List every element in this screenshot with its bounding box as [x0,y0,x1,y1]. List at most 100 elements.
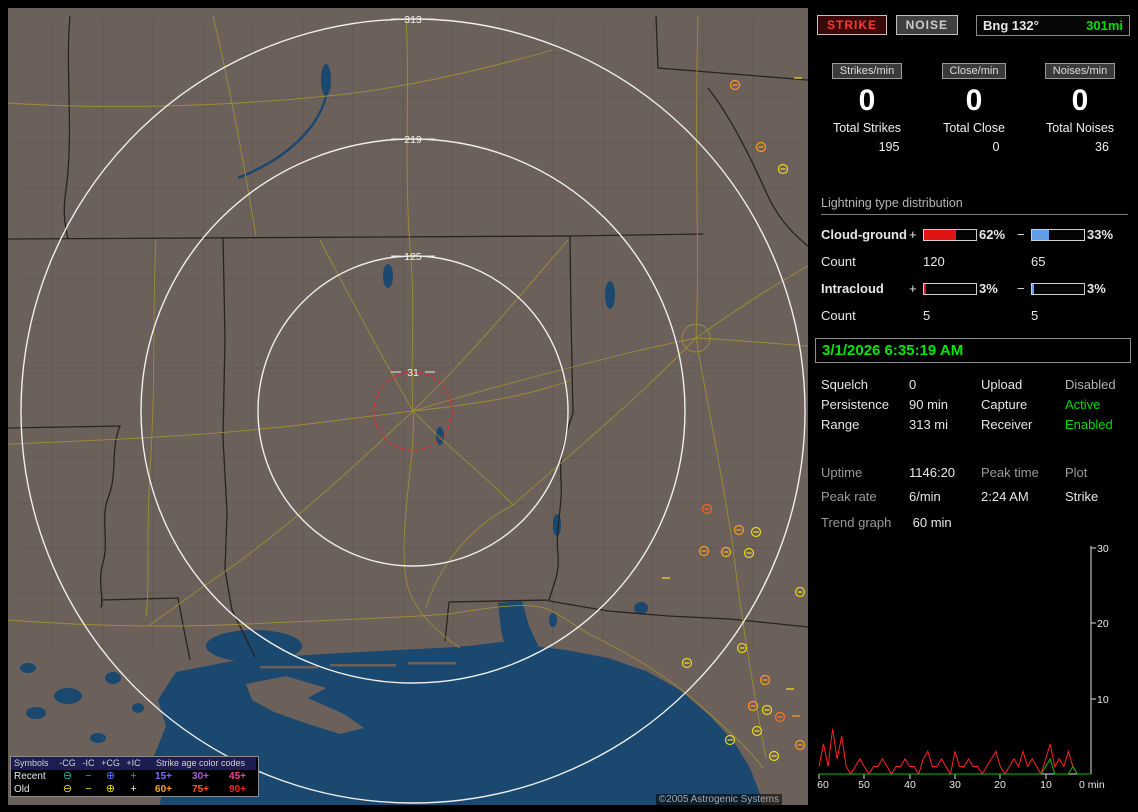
plot-label: Plot [1065,464,1088,480]
strike-rate-line [818,728,1091,776]
lightning-monitor-app: { "map": { "rings": [ {"label": "313"}, … [0,0,1138,812]
legend-col-neg-cg: -CG [57,757,78,770]
intracloud-label: Intracloud [821,281,884,296]
age-30: 30+ [192,771,209,782]
total-close-label: Total Close [943,121,1005,135]
capture-label: Capture [981,396,1028,412]
peak-rate-label: Peak rate [821,488,877,504]
status-panel: STRIKE NOISE Bng 132° 301mi Strikes/min … [815,8,1131,805]
cg-negative-count: 65 [1031,254,1046,269]
strike-toggle-button[interactable]: STRIKE [817,15,888,35]
close-rate-line [819,757,1091,775]
ic-negative-pct: 3% [1087,281,1106,296]
trend-graph-header: Trend graph 60 min [821,515,952,530]
pos-ic-recent-icon: + [130,770,137,782]
x-tick-20: 20 [994,779,1006,791]
ic-negative-count: 5 [1031,308,1039,323]
age-75: 75+ [192,784,209,795]
legend-col-neg-ic: -IC [78,757,99,770]
strikes-per-min-header: Strikes/min [831,63,903,79]
peak-rate-value: 6/min [909,488,941,504]
legend-row-recent-label: Recent [14,771,46,782]
age-45: 45+ [229,771,246,782]
ring-label-313: 313 [404,14,422,26]
total-strikes-value: 195 [878,140,900,154]
legend-row-old-label: Old [14,784,30,795]
y-tick-20: 20 [1097,618,1109,630]
cg-positive-count: 120 [923,254,945,269]
peak-time-label: Peak time [981,464,1039,480]
stats-grid: Uptime 1146:20 Peak time Plot Peak rate … [821,460,1131,508]
ic-count-label: Count [821,308,856,323]
squelch-label: Squelch [821,376,868,392]
ring-label-31: 31 [407,367,419,379]
map-legend: Symbols -CG -IC +CG +IC Strike age color… [10,756,259,797]
distribution-title: Lightning type distribution [821,196,1128,215]
trend-graph-duration: 60 min [912,515,952,530]
uptime-value: 1146:20 [909,464,956,480]
x-tick-60: 60 [817,779,829,791]
pos-cg-old-icon: ⊕ [105,783,116,795]
ring-label-125: 125 [404,251,422,263]
close-per-min-header: Close/min [941,63,1007,79]
map-canvas[interactable]: 313 219 125 31 [8,8,808,805]
noise-toggle-button[interactable]: NOISE [895,15,958,35]
lightning-distribution: Lightning type distribution Cloud-ground… [821,196,1128,329]
legend-col-pos-ic: +IC [122,757,145,770]
ic-positive-bar [923,282,977,295]
age-90: 90+ [229,784,246,795]
plus-sign: + [909,281,917,296]
neg-cg-old-icon: ⊖ [62,783,73,795]
ic-positive-pct: 3% [979,281,998,296]
persistence-label: Persistence [821,396,889,412]
range-value: 313 mi [909,416,949,432]
top-button-row: STRIKE NOISE Bng 132° 301mi [817,15,1131,37]
minus-sign: − [1017,227,1025,242]
plot-value: Strike [1065,488,1099,504]
pos-ic-old-icon: + [130,783,137,795]
total-close-value: 0 [992,140,1000,154]
cg-negative-bar [1031,228,1085,241]
upload-label: Upload [981,376,1023,392]
age-60: 60+ [155,784,172,795]
range-label: Range [821,416,860,432]
cg-positive-bar [923,228,977,241]
total-strikes-label: Total Strikes [832,121,902,135]
peak-time-value: 2:24 AM [981,488,1029,504]
persistence-value: 90 min [909,396,949,412]
legend-age-title: Strike age color codes [145,757,256,770]
ic-positive-count: 5 [923,308,931,323]
x-tick-30: 30 [949,779,961,791]
receiver-label: Receiver [981,416,1033,432]
total-noises-value: 36 [1095,140,1109,154]
legend-col-pos-cg: +CG [99,757,122,770]
strikes-counter: Strikes/min 0 Total Strikes 195 [815,62,919,154]
x-tick-10: 10 [1040,779,1052,791]
y-tick-30: 30 [1097,543,1109,555]
x-tick-40: 40 [904,779,916,791]
copyright-text: ©2005 Astrogenic Systems [655,794,782,805]
noises-per-min-value: 0 [1071,84,1089,117]
cg-positive-pct: 62% [979,227,1006,242]
cg-negative-pct: 33% [1087,227,1114,242]
ring-label-219: 219 [404,134,422,146]
trend-graph-label: Trend graph [821,515,892,530]
cloud-ground-label: Cloud-ground [821,227,907,242]
uptime-label: Uptime [821,464,863,480]
neg-ic-old-icon: − [85,783,92,795]
x-tick-50: 50 [858,779,870,791]
bearing-readout: Bng 132° 301mi [976,15,1130,36]
neg-ic-recent-icon: − [85,770,92,782]
upload-status: Disabled [1065,376,1116,392]
cg-count-label: Count [821,254,856,269]
lake-pontchartrain [206,630,302,662]
lightning-map[interactable]: 313 219 125 31 Symbols -CG -IC +CG +IC S… [8,8,808,805]
legend-symbols-title: Symbols [11,757,57,770]
squelch-value: 0 [909,376,917,392]
pos-cg-recent-icon: ⊕ [105,770,116,782]
plus-sign: + [909,227,917,242]
bearing-range-value: 301mi [1086,18,1123,33]
settings-grid: Squelch 0 Upload Disabled Persistence 90… [821,374,1131,434]
strikes-per-min-value: 0 [858,84,876,117]
origin-tick: 0 min [1079,779,1105,791]
